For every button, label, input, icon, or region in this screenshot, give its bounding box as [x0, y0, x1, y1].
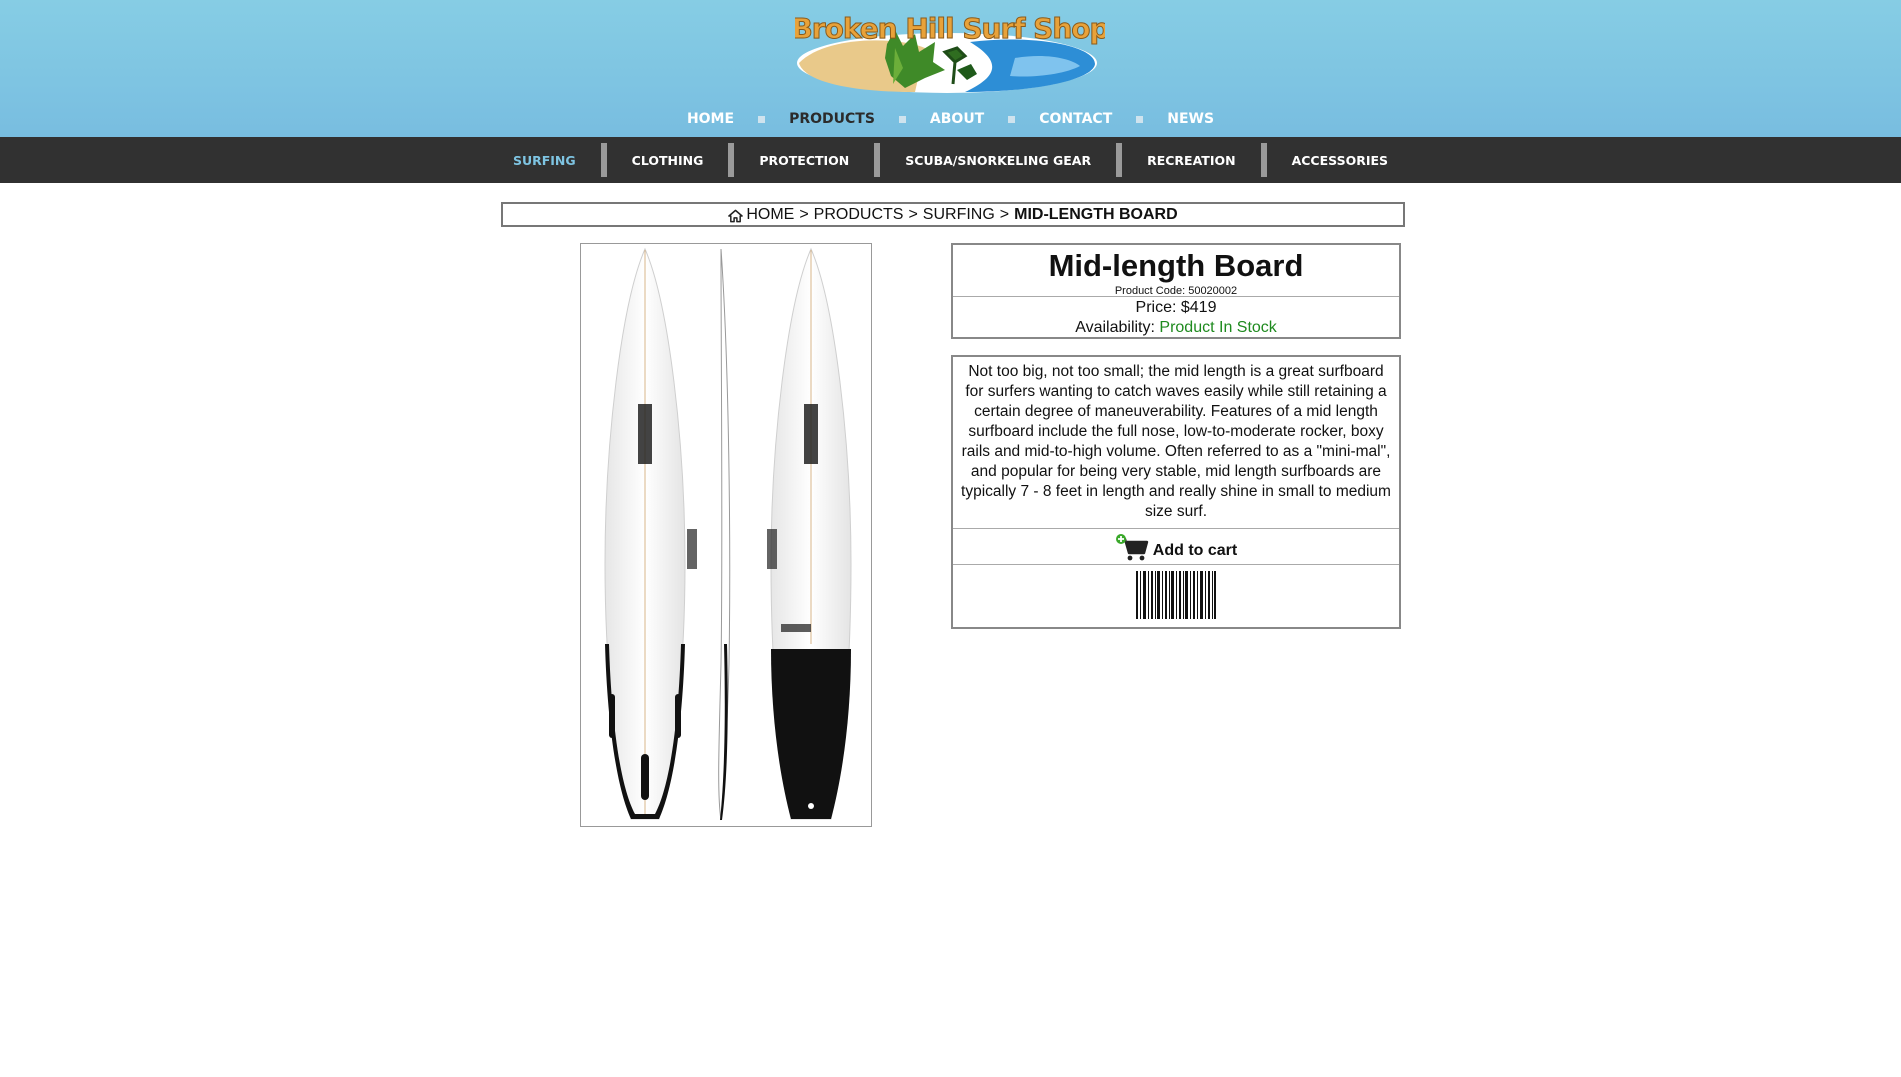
- product-image[interactable]: [580, 243, 872, 827]
- add-to-cart-button[interactable]: Add to cart: [953, 529, 1399, 565]
- breadcrumb-separator: >: [999, 205, 1010, 223]
- breadcrumb-separator: >: [908, 205, 918, 223]
- nav-products[interactable]: PRODUCTS: [765, 111, 899, 127]
- category-surfing[interactable]: SURFING: [488, 153, 601, 168]
- logo-text: Broken Hill Surf Shop: [795, 12, 1105, 45]
- availability-label: Availability:: [1075, 319, 1155, 336]
- main-nav: HOME PRODUCTS ABOUT CONTACT NEWS: [0, 104, 1901, 134]
- product-price: Price: $419: [1135, 299, 1217, 316]
- nav-contact[interactable]: CONTACT: [1015, 111, 1136, 127]
- barcode-row: [953, 565, 1399, 625]
- breadcrumb-products[interactable]: PRODUCTS: [814, 206, 904, 224]
- category-scuba[interactable]: SCUBA/SNORKELING GEAR: [880, 153, 1116, 168]
- product-code: Product Code: 50020002: [1114, 285, 1238, 297]
- product-title: Mid-length Board: [1048, 248, 1304, 283]
- nav-separator: [898, 115, 906, 123]
- breadcrumb-separator: >: [799, 205, 809, 223]
- site-header: Broken Hill Surf Shop HOME PRODUCTS ABOU…: [0, 0, 1901, 137]
- category-accessories[interactable]: ACCESSORIES: [1267, 153, 1413, 168]
- add-to-cart-label: Add to cart: [1152, 541, 1238, 559]
- category-nav: SURFING CLOTHING PROTECTION SCUBA/SNORKE…: [0, 137, 1901, 183]
- product-availability: Availability: Product In Stock: [953, 318, 1399, 338]
- nav-news[interactable]: NEWS: [1143, 111, 1238, 127]
- home-icon[interactable]: [728, 209, 744, 223]
- add-to-cart-icon: [1115, 533, 1148, 560]
- breadcrumb-home[interactable]: HOME: [746, 206, 794, 224]
- product-title-row: Mid-length Board Product Code: 50020002: [953, 245, 1399, 297]
- product-info: Mid-length Board Product Code: 50020002 …: [951, 243, 1401, 339]
- category-recreation[interactable]: RECREATION: [1122, 153, 1260, 168]
- breadcrumb-current: MID-LENGTH BOARD: [1014, 205, 1178, 223]
- nav-home[interactable]: HOME: [663, 111, 758, 127]
- category-protection[interactable]: PROTECTION: [734, 153, 874, 168]
- breadcrumb: HOME > PRODUCTS > SURFING > MID-LENGTH B…: [501, 202, 1405, 227]
- nav-separator: [1008, 115, 1016, 123]
- site-logo[interactable]: Broken Hill Surf Shop: [795, 8, 1105, 94]
- breadcrumb-surfing[interactable]: SURFING: [923, 206, 995, 224]
- barcode-icon: [1136, 571, 1216, 619]
- nav-separator: [1136, 115, 1144, 123]
- product-price-row: Price: $419 Availability: Product In Sto…: [953, 297, 1399, 338]
- nav-separator: [758, 115, 766, 123]
- category-clothing[interactable]: CLOTHING: [607, 153, 729, 168]
- product-details: Not too big, not too small; the mid leng…: [951, 355, 1401, 629]
- nav-about[interactable]: ABOUT: [906, 111, 1008, 127]
- product-description: Not too big, not too small; the mid leng…: [953, 357, 1399, 529]
- availability-status: Product In Stock: [1159, 319, 1277, 336]
